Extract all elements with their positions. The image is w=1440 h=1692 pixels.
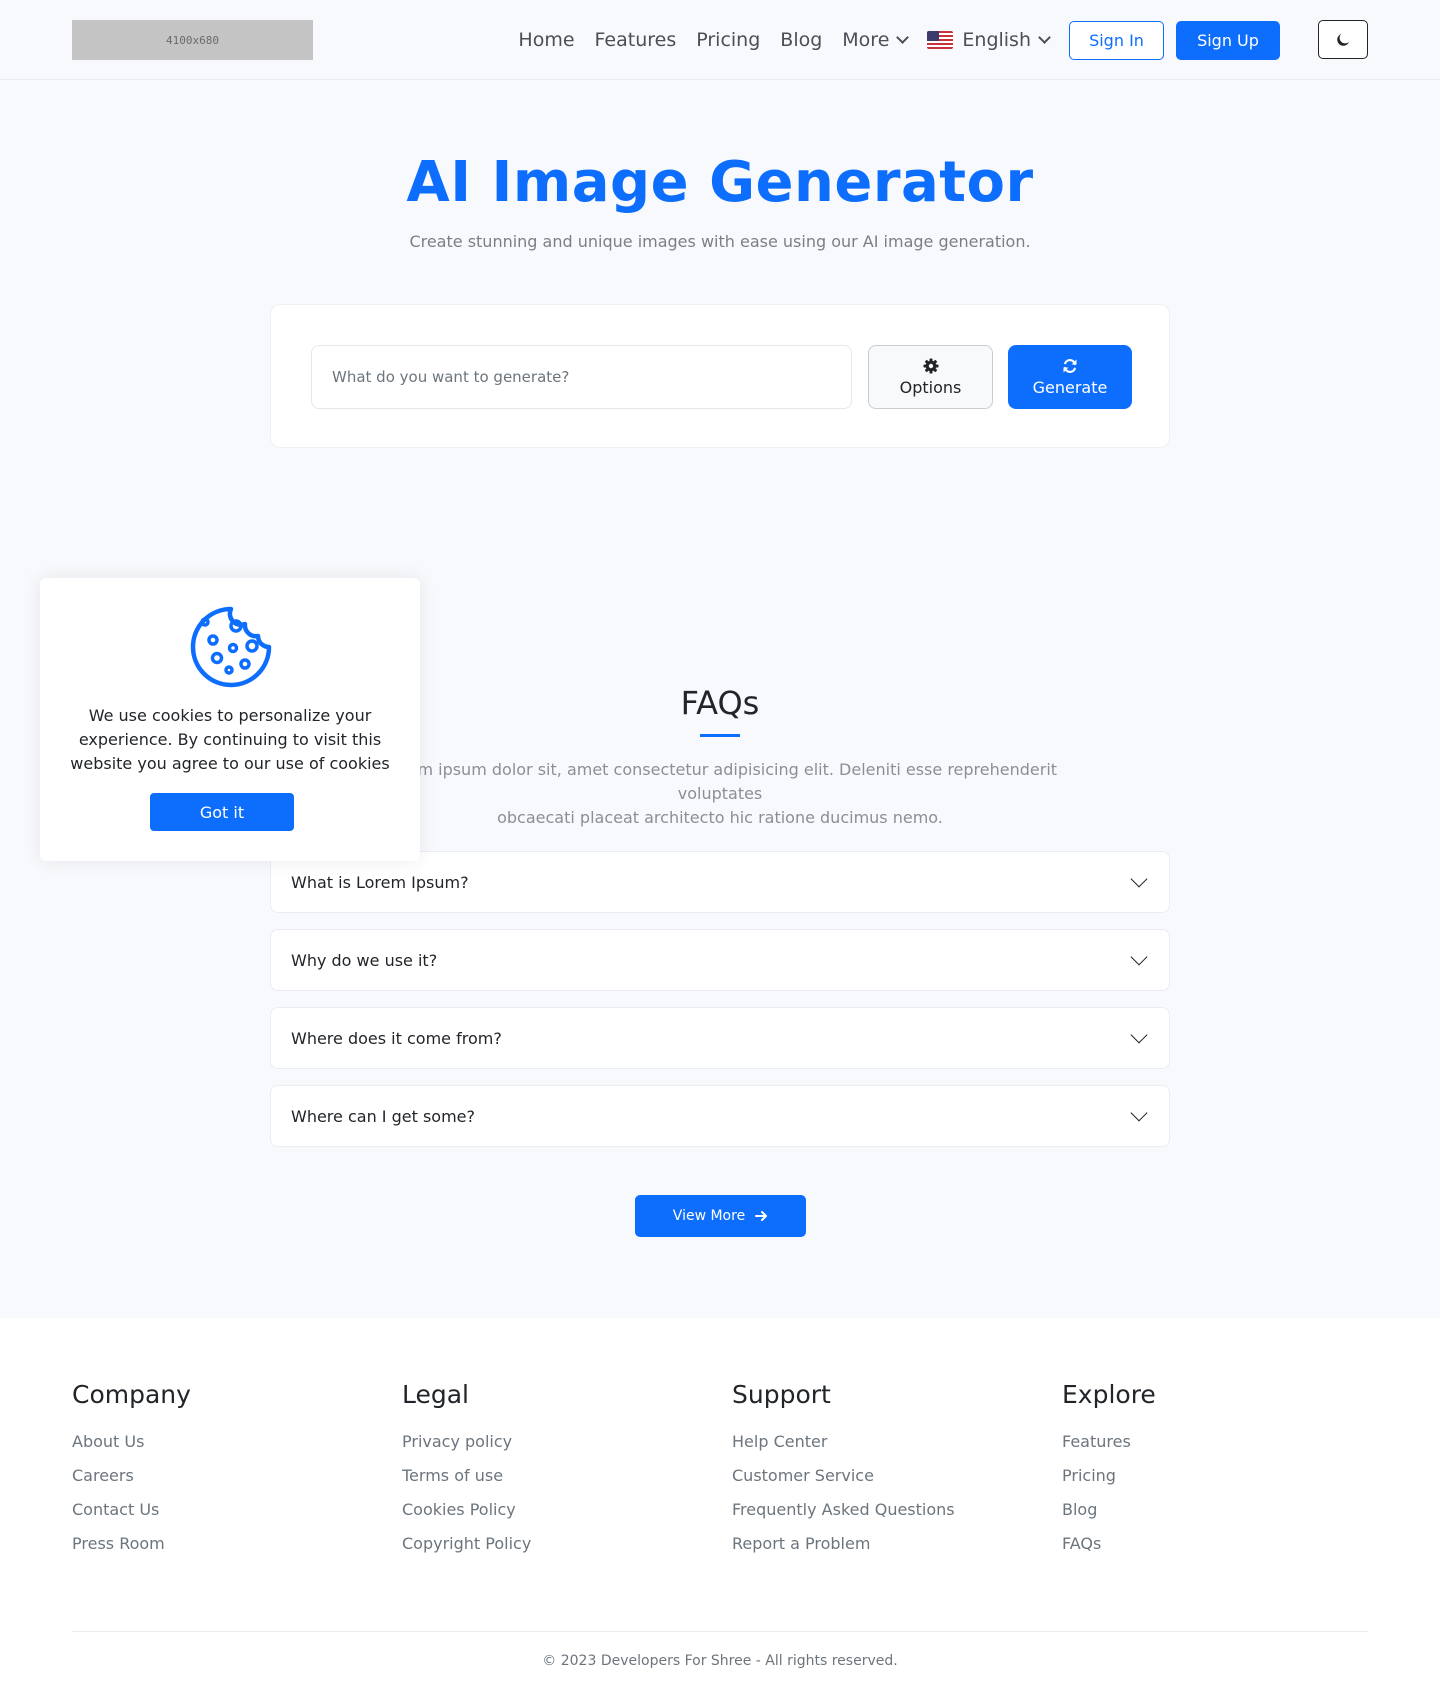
footer-link[interactable]: Copyright Policy — [402, 1533, 702, 1567]
us-flag-icon — [927, 31, 954, 49]
faq-item[interactable]: Where does it come from? — [270, 1007, 1170, 1069]
chevron-down-icon — [1130, 870, 1148, 888]
nav-link-pricing[interactable]: Pricing — [696, 29, 760, 51]
more-dropdown[interactable]: More — [842, 29, 910, 51]
navbar: 4100x680 Home Features Pricing Blog More… — [0, 0, 1440, 80]
footer-link[interactable]: Careers — [72, 1465, 372, 1499]
faq-description-line: Lorem ipsum dolor sit, amet consectetur … — [382, 760, 1058, 803]
footer-link[interactable]: Blog — [1062, 1499, 1362, 1533]
footer: Company About Us Careers Contact Us Pres… — [0, 1318, 1440, 1692]
cookie-icon — [190, 606, 272, 688]
page-title: AI Image Generator — [406, 150, 1034, 215]
logo[interactable]: 4100x680 — [72, 20, 313, 60]
sign-in-button[interactable]: Sign In — [1069, 20, 1164, 60]
footer-link[interactable]: Terms of use — [402, 1465, 702, 1499]
options-button[interactable]: Options — [868, 345, 993, 409]
footer-heading: Explore — [1062, 1380, 1156, 1409]
footer-heading: Legal — [402, 1380, 470, 1409]
faq-title-underline — [700, 734, 740, 737]
footer-link[interactable]: Privacy policy — [402, 1431, 702, 1465]
chevron-down-icon — [1130, 1026, 1148, 1044]
footer-link[interactable]: Report a Problem — [732, 1533, 1032, 1567]
generate-label: Generate — [1032, 377, 1108, 397]
language-dropdown[interactable]: English — [927, 29, 1051, 51]
footer-link[interactable]: About Us — [72, 1431, 372, 1465]
footer-column-support: Support Help Center Customer Service Fre… — [732, 1380, 1032, 1567]
faq-question: Where does it come from? — [291, 1028, 502, 1048]
more-dropdown-label: More — [842, 29, 890, 51]
faq-question: What is Lorem Ipsum? — [291, 872, 469, 892]
language-label: English — [962, 29, 1031, 51]
faq-description: Lorem ipsum dolor sit, amet consectetur … — [380, 758, 1060, 830]
footer-column-legal: Legal Privacy policy Terms of use Cookie… — [402, 1380, 702, 1567]
nav-links: Home Features Pricing Blog More English … — [498, 0, 1280, 80]
cookie-consent-popup: We use cookies to personalize your exper… — [40, 578, 420, 861]
gear-icon — [923, 358, 939, 374]
view-more-label: View More — [672, 1208, 746, 1224]
nav-link-home[interactable]: Home — [518, 29, 574, 51]
options-label: Options — [899, 377, 962, 397]
faq-item[interactable]: Where can I get some? — [270, 1085, 1170, 1147]
arrow-right-icon — [755, 1210, 768, 1222]
footer-link[interactable]: Help Center — [732, 1431, 1032, 1465]
footer-link[interactable]: Customer Service — [732, 1465, 1032, 1499]
logo-placeholder-text: 4100x680 — [166, 33, 219, 47]
copyright: © 2023 Developers For Shree - All rights… — [542, 1653, 898, 1669]
nav-link-features[interactable]: Features — [595, 29, 677, 51]
got-it-button[interactable]: Got it — [150, 793, 294, 831]
chevron-down-icon — [1130, 1104, 1148, 1122]
footer-link[interactable]: Pricing — [1062, 1465, 1362, 1499]
refresh-icon — [1062, 358, 1078, 374]
footer-column-explore: Explore Features Pricing Blog FAQs — [1062, 1380, 1362, 1567]
footer-link[interactable]: Frequently Asked Questions — [732, 1499, 1032, 1533]
chevron-down-icon — [896, 31, 910, 44]
page-subtitle: Create stunning and unique images with e… — [409, 232, 1031, 251]
footer-link[interactable]: Features — [1062, 1431, 1362, 1465]
generator-card: Options Generate — [270, 304, 1170, 448]
prompt-input[interactable] — [311, 345, 852, 409]
sign-up-button[interactable]: Sign Up — [1176, 20, 1280, 60]
footer-heading: Support — [732, 1380, 831, 1409]
theme-toggle-button[interactable] — [1318, 20, 1368, 59]
footer-link[interactable]: FAQs — [1062, 1533, 1362, 1567]
footer-link[interactable]: Cookies Policy — [402, 1499, 702, 1533]
faq-item[interactable]: Why do we use it? — [270, 929, 1170, 991]
generate-button[interactable]: Generate — [1008, 345, 1132, 409]
footer-divider — [72, 1631, 1368, 1632]
faq-description-line: obcaecati placeat architecto hic ratione… — [497, 808, 943, 827]
faq-question: Where can I get some? — [291, 1106, 475, 1126]
faq-question: Why do we use it? — [291, 950, 438, 970]
chevron-down-icon — [1038, 31, 1051, 44]
footer-column-company: Company About Us Careers Contact Us Pres… — [72, 1380, 372, 1567]
chevron-down-icon — [1130, 948, 1148, 966]
cookie-message: We use cookies to personalize your exper… — [70, 706, 390, 773]
footer-link[interactable]: Contact Us — [72, 1499, 372, 1533]
view-more-button[interactable]: View More — [635, 1195, 806, 1237]
footer-heading: Company — [72, 1380, 191, 1409]
nav-link-blog[interactable]: Blog — [780, 29, 822, 51]
footer-link[interactable]: Press Room — [72, 1533, 372, 1567]
moon-icon — [1337, 33, 1350, 46]
